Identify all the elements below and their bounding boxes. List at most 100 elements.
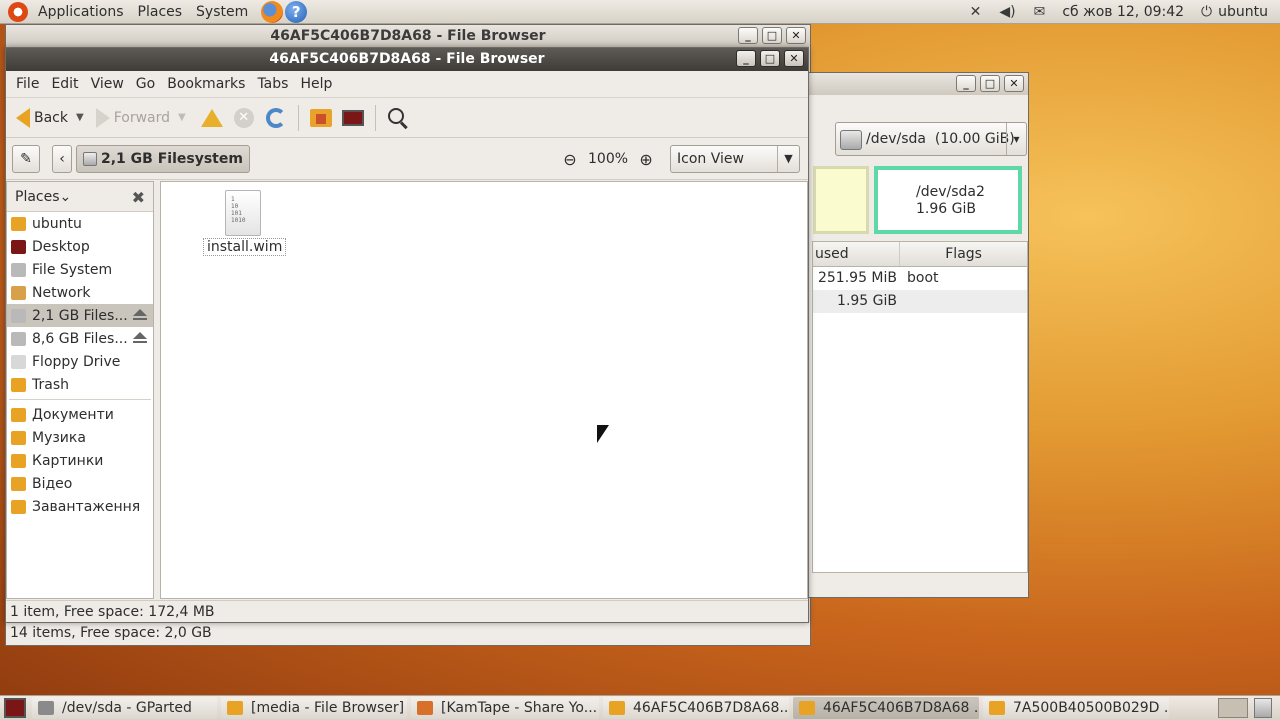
minimize-button[interactable]: _ [736, 50, 756, 67]
table-row[interactable]: 251.95 MiB boot [813, 267, 1027, 290]
reload-button[interactable] [260, 102, 292, 134]
firefox-icon[interactable] [261, 0, 284, 23]
taskbar-label: [media - File Browser] [251, 700, 405, 716]
mouse-cursor-icon [597, 425, 609, 443]
zoom-in-icon[interactable]: ⊕ [636, 150, 656, 169]
minimize-button[interactable]: _ [956, 75, 976, 92]
file-browser-window[interactable]: 46AF5C406B7D8A68 - File Browser _ □ ✕ Fi… [5, 47, 809, 623]
workspace-switcher[interactable] [1218, 698, 1248, 718]
sidebar-mode-select[interactable]: Places⌄ [15, 189, 71, 205]
gparted-titlebar[interactable]: _ □ ✕ [809, 73, 1028, 95]
help-icon[interactable]: ? [285, 0, 308, 23]
device-selector[interactable]: /dev/sda (10.00 GiB) ▾ [835, 122, 1027, 156]
eject-icon[interactable] [133, 309, 147, 321]
menu-file[interactable]: File [10, 76, 45, 92]
show-desktop-icon[interactable] [4, 698, 26, 718]
edit-location-button[interactable]: ✎ [12, 144, 40, 173]
zoom-out-icon[interactable]: ⊖ [560, 150, 580, 169]
user-menu[interactable]: ubuntu [1218, 4, 1268, 20]
maximize-button[interactable]: □ [760, 50, 780, 67]
forward-arrow-icon [95, 107, 110, 128]
taskbar-button[interactable]: 7A500B40500B029D ... [983, 697, 1169, 719]
ubuntu-logo-icon[interactable] [8, 1, 28, 22]
sidebar-item[interactable]: 8,6 GB Files... [7, 327, 153, 350]
sidebar-item[interactable]: Картинки [7, 449, 153, 472]
taskbar-label: 7A500B40500B029D ... [1013, 700, 1169, 716]
sidebar-item-label: 2,1 GB Files... [32, 307, 128, 324]
view-mode-select[interactable]: Icon View ▼ [670, 145, 800, 173]
menu-help[interactable]: Help [294, 76, 338, 92]
applications-menu[interactable]: Applications [31, 0, 131, 24]
forward-button[interactable]: Forward ▼ [92, 102, 190, 134]
menubar: File Edit View Go Bookmarks Tabs Help [6, 71, 808, 98]
chevron-down-icon: ▾ [1006, 123, 1026, 155]
trash-icon[interactable] [1254, 698, 1272, 718]
sidebar-item[interactable]: Відео [7, 472, 153, 495]
home-button[interactable] [305, 102, 337, 134]
computer-button[interactable] [337, 102, 369, 134]
place-icon [11, 308, 26, 323]
sidebar-item[interactable]: ubuntu [7, 212, 153, 235]
menu-edit[interactable]: Edit [45, 76, 84, 92]
back-window-titlebar[interactable]: 46AF5C406B7D8A68 - File Browser _ □ ✕ [6, 25, 810, 47]
taskbar-button[interactable]: [KamTape - Share Yo... [411, 697, 599, 719]
close-button[interactable]: ✕ [784, 50, 804, 67]
sidebar-item[interactable]: Документи [7, 403, 153, 426]
table-row[interactable]: 1.95 GiB [813, 290, 1027, 313]
eject-icon[interactable] [133, 332, 147, 344]
menu-view[interactable]: View [85, 76, 130, 92]
sidebar-item[interactable]: 2,1 GB Files... [7, 304, 153, 327]
power-icon[interactable]: ⏻ [1201, 4, 1212, 20]
taskbar-button[interactable]: /dev/sda - GParted [32, 697, 217, 719]
up-button[interactable] [196, 102, 228, 134]
file-view[interactable]: 1 10 101 1010 install.wim [160, 181, 808, 599]
menu-tabs[interactable]: Tabs [251, 76, 294, 92]
taskbar-button[interactable]: [media - File Browser] [221, 697, 407, 719]
menu-bookmarks[interactable]: Bookmarks [161, 76, 251, 92]
sidebar-item[interactable]: Музика [7, 426, 153, 449]
bottom-panel: /dev/sda - GParted [media - File Browser]… [0, 695, 1280, 720]
search-button[interactable] [382, 102, 414, 134]
path-scroll-left-button[interactable]: ‹ [52, 144, 72, 173]
volume-icon[interactable]: ◀) [999, 4, 1015, 20]
window-titlebar[interactable]: 46AF5C406B7D8A68 - File Browser _ □ ✕ [6, 48, 808, 71]
sidebar-item[interactable]: Desktop [7, 235, 153, 258]
partition-sda2-block[interactable]: /dev/sda2 1.96 GiB [874, 166, 1022, 234]
chevron-down-icon[interactable]: ▼ [76, 112, 84, 123]
column-flags[interactable]: Flags [900, 242, 1027, 266]
partition-sda1-block[interactable] [813, 166, 869, 234]
column-used[interactable]: used [813, 242, 901, 266]
sidebar-item[interactable]: Завантаження [7, 495, 153, 518]
close-button[interactable]: ✕ [1004, 75, 1024, 92]
maximize-button[interactable]: □ [762, 27, 782, 44]
mail-icon[interactable]: ✉ [1034, 4, 1046, 20]
window-title: 46AF5C406B7D8A68 - File Browser [269, 51, 545, 67]
back-button[interactable]: Back ▼ [12, 102, 88, 134]
sidebar-item[interactable]: Floppy Drive [7, 350, 153, 373]
chevron-down-icon[interactable]: ▼ [178, 112, 186, 123]
taskbar-label: 46AF5C406B7D8A68 ... [823, 700, 979, 716]
maximize-button[interactable]: □ [980, 75, 1000, 92]
taskbar-button[interactable]: 46AF5C406B7D8A68 ... [793, 697, 979, 719]
sidebar-item[interactable]: Network [7, 281, 153, 304]
menu-go[interactable]: Go [130, 76, 161, 92]
system-menu[interactable]: System [189, 0, 255, 24]
home-folder-icon [309, 108, 332, 127]
close-icon[interactable]: ✖ [132, 188, 145, 207]
chevron-left-icon: ‹ [59, 150, 65, 167]
taskbar-label: 46AF5C406B7D8A68... [633, 700, 789, 716]
sidebar-item[interactable]: Trash [7, 373, 153, 396]
zoom-level[interactable]: 100% [588, 151, 628, 167]
clock[interactable]: сб жов 12, 09:42 [1062, 4, 1184, 20]
minimize-button[interactable]: _ [738, 27, 758, 44]
toolbar-separator [297, 104, 299, 131]
network-icon[interactable]: ✕ [970, 4, 982, 20]
gparted-window[interactable]: _ □ ✕ /dev/sda (10.00 GiB) ▾ /dev/sda2 1… [808, 72, 1029, 598]
file-item[interactable]: 1 10 101 1010 install.wim [203, 190, 287, 256]
close-button[interactable]: ✕ [786, 27, 806, 44]
taskbar-button[interactable]: 46AF5C406B7D8A68... [603, 697, 789, 719]
places-menu[interactable]: Places [131, 0, 190, 24]
stop-button[interactable]: ✕ [228, 102, 260, 134]
breadcrumb[interactable]: 2,1 GB Filesystem [76, 144, 250, 173]
sidebar-item[interactable]: File System [7, 258, 153, 281]
